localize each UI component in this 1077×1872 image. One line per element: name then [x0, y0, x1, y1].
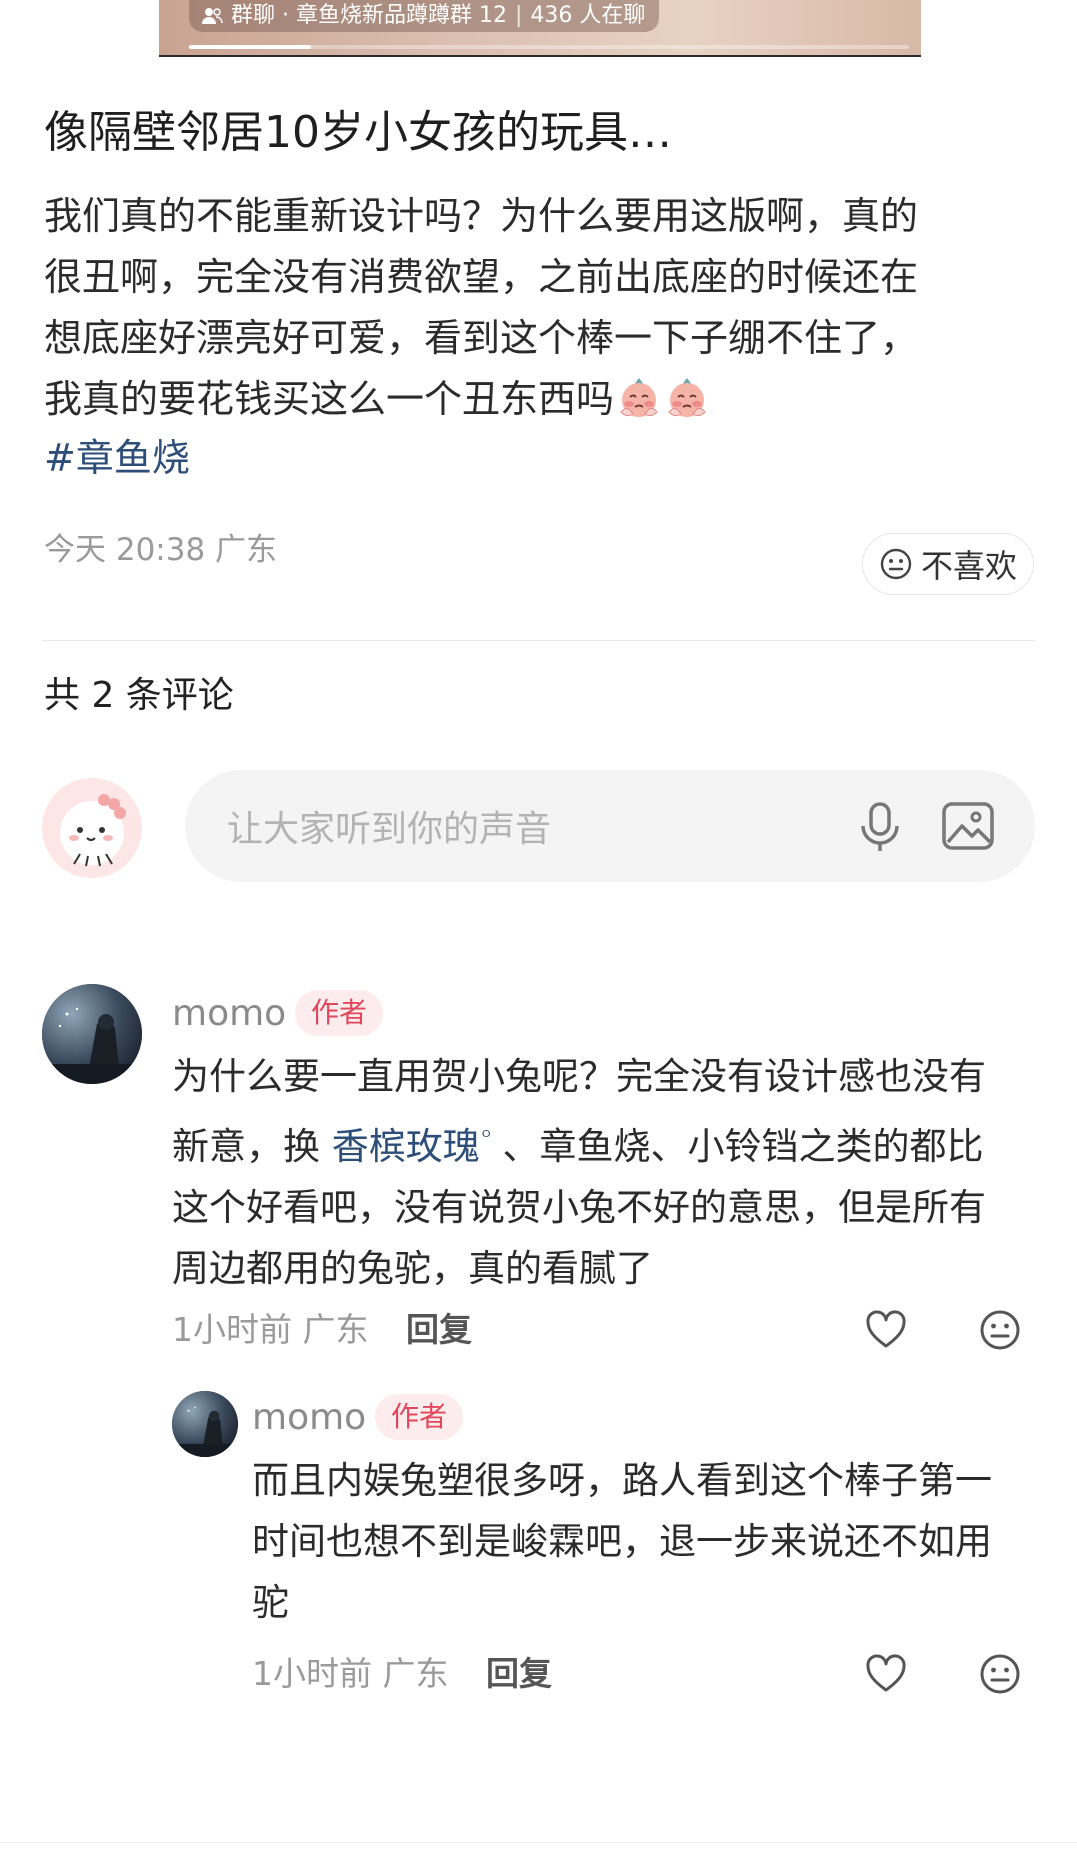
group-chat-icon	[202, 8, 223, 24]
bottom-divider	[0, 1842, 1077, 1843]
post-body-line: 我真的要花钱买这么一个丑东西吗	[44, 377, 615, 421]
reply-avatar[interactable]	[172, 1391, 238, 1457]
search-icon: ᴼ	[481, 1127, 491, 1148]
neutral-face-icon[interactable]	[978, 1652, 1022, 1696]
image-icon[interactable]	[938, 796, 998, 856]
post-body: 我们真的不能重新设计吗？为什么要用这版啊，真的 很丑啊，完全没有消费欲望，之前出…	[44, 186, 1044, 430]
post-body-last-line: 我真的要花钱买这么一个丑东西吗	[44, 369, 1044, 430]
current-user-avatar[interactable]	[42, 778, 142, 878]
banner-progress-track	[189, 45, 909, 49]
hashtag-link[interactable]: #章鱼烧	[44, 428, 190, 488]
commenter-avatar[interactable]	[42, 984, 142, 1084]
banner-separator: |	[514, 3, 523, 28]
post-body-line: 很丑啊，完全没有消费欲望，之前出底座的时候还在	[44, 255, 919, 299]
heart-icon[interactable]	[864, 1652, 908, 1696]
heart-icon[interactable]	[864, 1308, 908, 1352]
neutral-face-icon[interactable]	[978, 1308, 1022, 1352]
comment-text-line: 周边都用的兔驼，真的看腻了	[172, 1247, 653, 1290]
avatar-photo	[172, 1391, 238, 1457]
avatar-photo	[42, 984, 142, 1084]
post-timestamp-location: 今天 20:38 广东	[44, 532, 278, 568]
neutral-face-icon	[880, 548, 912, 580]
author-badge: 作者	[375, 1394, 464, 1440]
comment-text-line: 这个好看吧，没有说贺小兔不好的意思，但是所有	[172, 1186, 986, 1229]
crying-face-emoji-icon	[668, 378, 706, 417]
comment-input-placeholder: 让大家听到你的声音	[227, 809, 552, 850]
comment-text: 为什么要一直用贺小兔呢？完全没有设计感也没有 新意，换 香槟玫瑰 ᴼ 、章鱼烧、小…	[172, 1046, 986, 1299]
reply-username[interactable]: momo	[252, 1396, 366, 1440]
banner-progress-fill	[189, 45, 312, 49]
reply-text-line: 而且内娱兔塑很多呀，路人看到这个棒子第一	[252, 1459, 992, 1502]
author-badge: 作者	[295, 990, 384, 1036]
keyword-link[interactable]: 香槟玫瑰	[332, 1125, 480, 1168]
post-body-line: 我们真的不能重新设计吗？为什么要用这版啊，真的	[44, 194, 919, 238]
group-chat-pill[interactable]: 群聊 · 章鱼烧新品蹲蹲群 12 | 436 人在聊	[189, 0, 660, 32]
comment-timestamp-location: 1小时前 广东	[172, 1310, 369, 1349]
dislike-button[interactable]: 不喜欢	[862, 533, 1034, 595]
dislike-label: 不喜欢	[920, 547, 1017, 585]
comment-username[interactable]: momo	[172, 992, 286, 1036]
post-body-line: 想底座好漂亮好可爱，看到这个棒一下子绷不住了，	[44, 316, 919, 360]
avatar-illustration	[42, 778, 142, 878]
reply-button[interactable]: 回复	[406, 1308, 472, 1352]
chatting-count: 436 人在聊	[530, 3, 646, 28]
microphone-icon[interactable]	[850, 796, 910, 856]
comments-count-heading: 共 2 条评论	[44, 675, 234, 716]
group-chat-label: 群聊 · 章鱼烧新品蹲蹲群 12	[231, 3, 507, 28]
reply-button[interactable]: 回复	[486, 1652, 552, 1696]
comment-text-line: 新意，换 香槟玫瑰 ᴼ 、章鱼烧、小铃铛之类的都比	[172, 1107, 986, 1177]
section-divider	[42, 640, 1035, 641]
comment-text-segment: 、章鱼烧、小铃铛之类的都比	[490, 1125, 984, 1168]
group-chat-banner[interactable]: 群聊 · 章鱼烧新品蹲蹲群 12 | 436 人在聊	[159, 0, 921, 57]
reply-timestamp-location: 1小时前 广东	[252, 1654, 449, 1693]
post-title: 像隔壁邻居10岁小女孩的玩具…	[44, 107, 672, 158]
crying-face-emoji-icon	[620, 378, 658, 417]
comment-text-line: 为什么要一直用贺小兔呢？完全没有设计感也没有	[172, 1055, 986, 1098]
reply-text-line: 驼	[252, 1581, 289, 1624]
reply-text: 而且内娱兔塑很多呀，路人看到这个棒子第一 时间也想不到是峻霖吧，退一步来说还不如…	[252, 1450, 992, 1633]
comment-text-segment: 新意，换	[172, 1125, 332, 1168]
reply-text-line: 时间也想不到是峻霖吧，退一步来说还不如用	[252, 1520, 992, 1563]
